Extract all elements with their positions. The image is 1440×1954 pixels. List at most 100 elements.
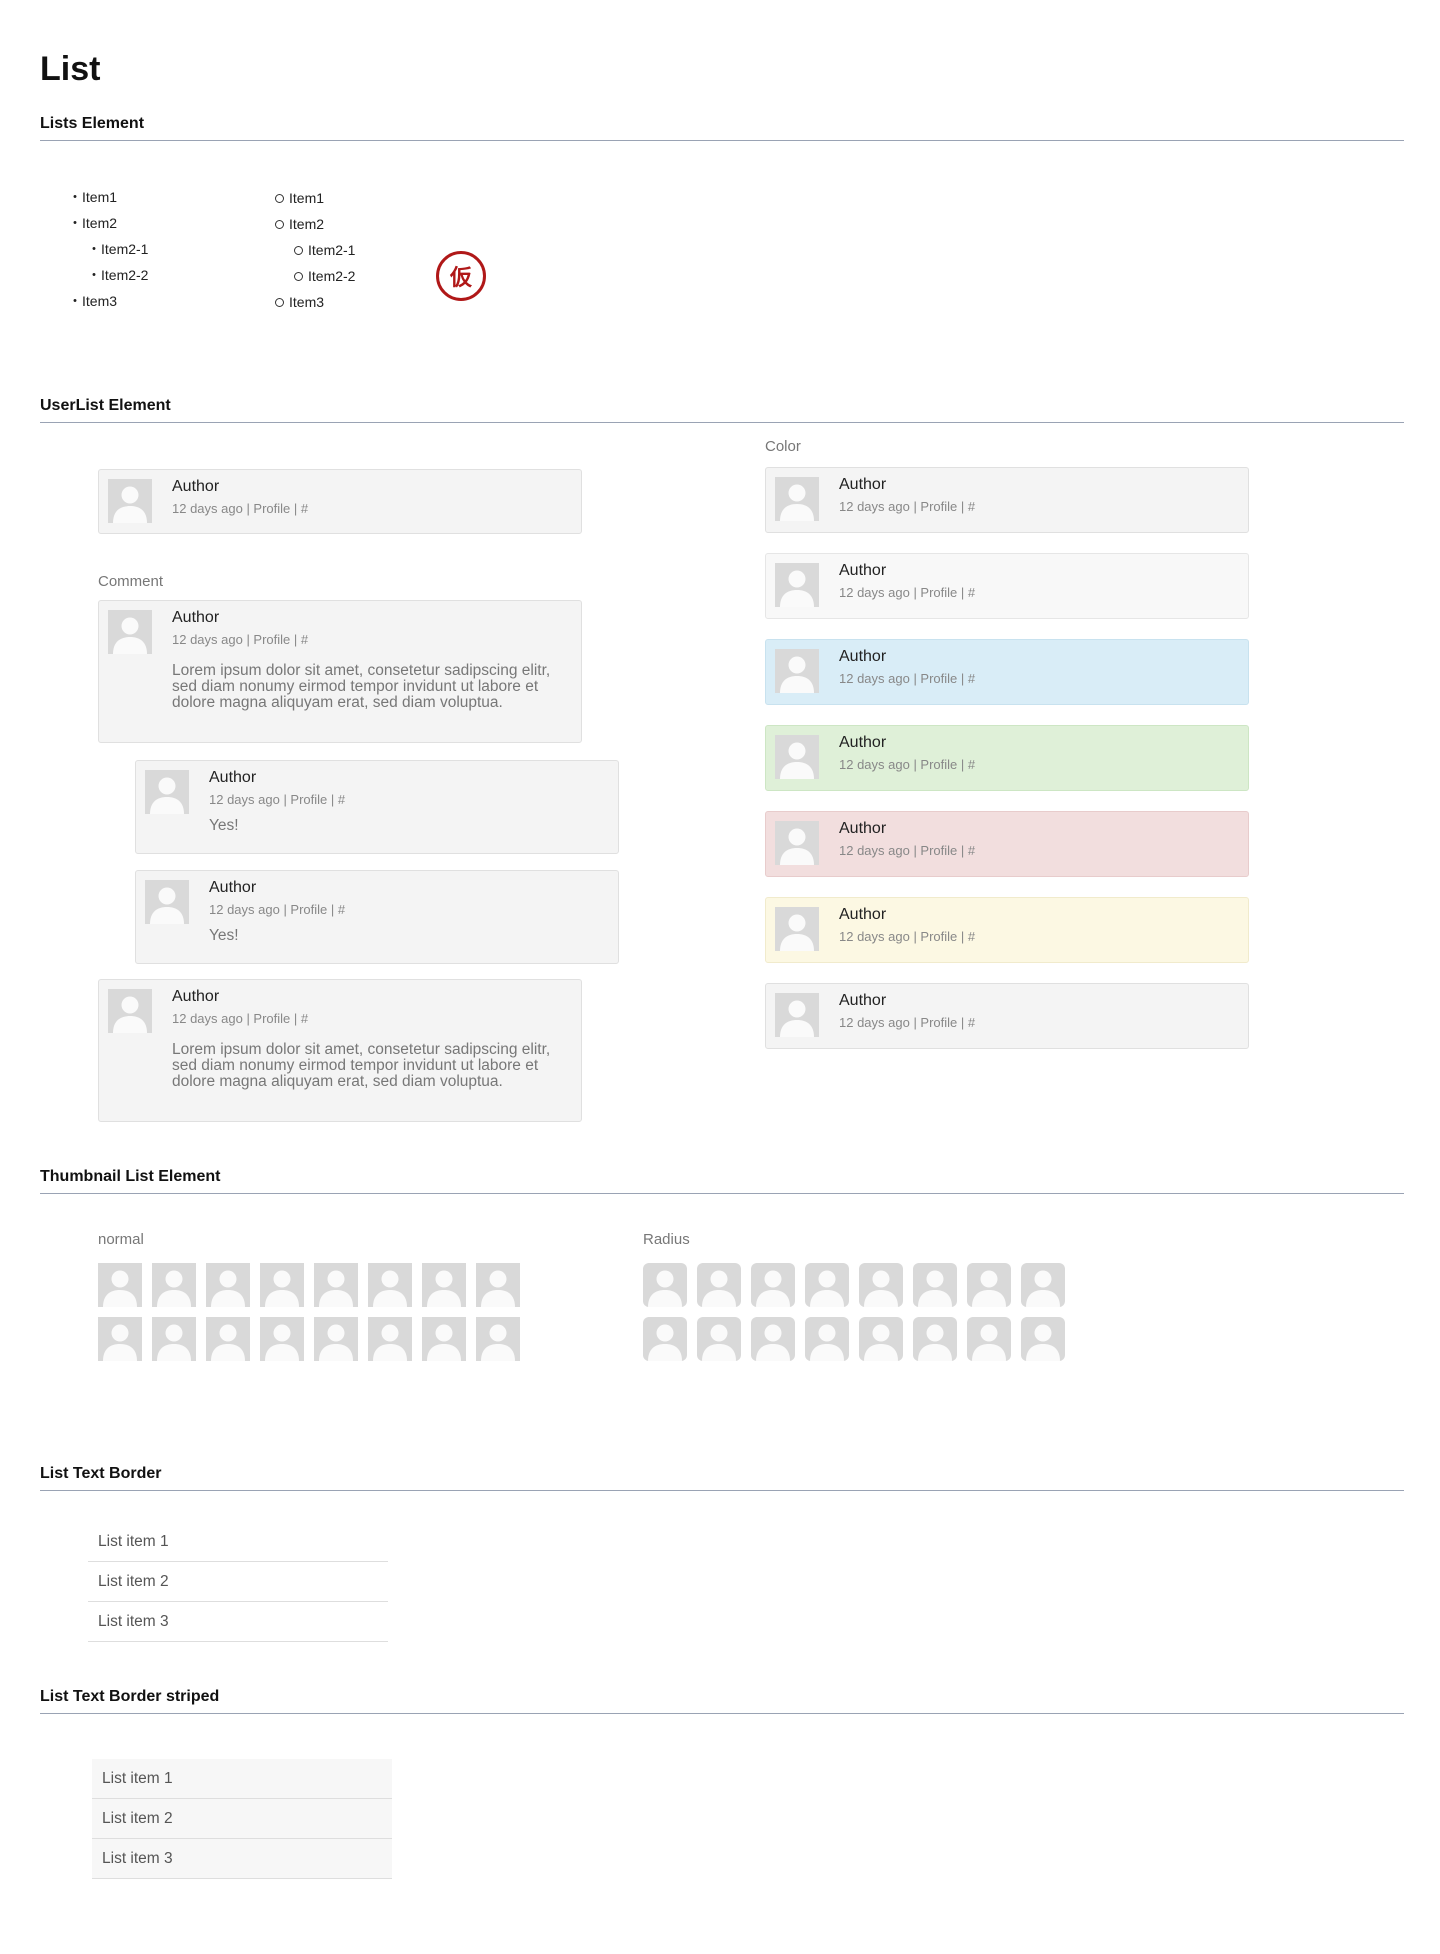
user-card-color: Author 12 days ago | Profile | # bbox=[765, 811, 1249, 877]
thumbnail-image[interactable] bbox=[751, 1263, 795, 1307]
thumbnail-image[interactable] bbox=[967, 1263, 1011, 1307]
thumbnail-image[interactable] bbox=[206, 1317, 250, 1361]
list-item: Item1 bbox=[68, 184, 148, 210]
thumbnail-image[interactable] bbox=[260, 1317, 304, 1361]
comment-reply-card: Author 12 days ago | Profile | # Yes! bbox=[135, 870, 619, 964]
list-item: List item 2 bbox=[88, 1562, 388, 1602]
thumbnail-image[interactable] bbox=[643, 1317, 687, 1361]
list-item: List item 1 bbox=[88, 1522, 388, 1562]
section-divider bbox=[40, 422, 1404, 423]
thumbnail-image[interactable] bbox=[314, 1263, 358, 1307]
normal-label: normal bbox=[98, 1231, 144, 1248]
thumbnail-image[interactable] bbox=[751, 1317, 795, 1361]
user-meta[interactable]: 12 days ago | Profile | # bbox=[209, 792, 345, 807]
thumbnail-image[interactable] bbox=[206, 1263, 250, 1307]
comment-label: Comment bbox=[98, 573, 164, 590]
avatar bbox=[775, 993, 819, 1037]
user-card-color: Author 12 days ago | Profile | # bbox=[765, 897, 1249, 963]
avatar bbox=[775, 563, 819, 607]
author-name[interactable]: Author bbox=[839, 992, 886, 1010]
author-name[interactable]: Author bbox=[209, 769, 256, 787]
thumbnail-image[interactable] bbox=[152, 1317, 196, 1361]
user-meta[interactable]: 12 days ago | Profile | # bbox=[839, 585, 975, 600]
thumbnail-image[interactable] bbox=[422, 1317, 466, 1361]
thumbnail-image[interactable] bbox=[697, 1263, 741, 1307]
color-label: Color bbox=[765, 438, 801, 455]
comment-reply-card: Author 12 days ago | Profile | # Yes! bbox=[135, 760, 619, 854]
list-item: Item2-1 bbox=[87, 236, 149, 262]
user-meta[interactable]: 12 days ago | Profile | # bbox=[839, 1015, 975, 1030]
user-meta[interactable]: 12 days ago | Profile | # bbox=[209, 902, 345, 917]
avatar bbox=[108, 989, 152, 1033]
avatar bbox=[775, 907, 819, 951]
thumbnail-image[interactable] bbox=[152, 1263, 196, 1307]
comment-text: Lorem ipsum dolor sit amet, consetetur s… bbox=[172, 1041, 551, 1090]
user-meta[interactable]: 12 days ago | Profile | # bbox=[839, 671, 975, 686]
list-item: List item 2 bbox=[92, 1799, 392, 1839]
thumbnail-image[interactable] bbox=[368, 1317, 412, 1361]
user-card-color: Author 12 days ago | Profile | # bbox=[765, 983, 1249, 1049]
thumbnail-image[interactable] bbox=[913, 1263, 957, 1307]
user-card-color: Author 12 days ago | Profile | # bbox=[765, 639, 1249, 705]
thumbnail-image[interactable] bbox=[98, 1263, 142, 1307]
list-item: Item3 bbox=[274, 289, 355, 315]
comment-card: Author 12 days ago | Profile | # Lorem i… bbox=[98, 979, 582, 1122]
author-name[interactable]: Author bbox=[172, 988, 219, 1006]
avatar bbox=[775, 735, 819, 779]
author-name[interactable]: Author bbox=[839, 906, 886, 924]
thumbnail-image[interactable] bbox=[913, 1317, 957, 1361]
user-meta[interactable]: 12 days ago | Profile | # bbox=[839, 499, 975, 514]
thumbnail-image[interactable] bbox=[805, 1263, 849, 1307]
section-title-text-border-striped: List Text Border striped bbox=[40, 1688, 220, 1705]
section-title-text-border: List Text Border bbox=[40, 1465, 162, 1482]
list-item: Item1 bbox=[274, 185, 355, 211]
list-item: Item2 bbox=[68, 210, 148, 236]
thumbnail-image[interactable] bbox=[1021, 1263, 1065, 1307]
thumbnail-image[interactable] bbox=[643, 1263, 687, 1307]
author-name[interactable]: Author bbox=[209, 879, 256, 897]
avatar bbox=[775, 821, 819, 865]
avatar bbox=[775, 649, 819, 693]
author-name[interactable]: Author bbox=[839, 820, 886, 838]
text-border-list: List item 1 List item 2 List item 3 bbox=[88, 1522, 388, 1642]
user-card-color: Author 12 days ago | Profile | # bbox=[765, 725, 1249, 791]
thumbnail-image[interactable] bbox=[422, 1263, 466, 1307]
comment-text: Yes! bbox=[209, 927, 239, 944]
bullet-list: Item1 Item2 Item2-1 Item2-2 Item3 bbox=[68, 184, 149, 314]
avatar bbox=[108, 610, 152, 654]
user-card-color: Author 12 days ago | Profile | # bbox=[765, 553, 1249, 619]
thumbnail-image[interactable] bbox=[859, 1317, 903, 1361]
thumbnail-image[interactable] bbox=[476, 1317, 520, 1361]
user-meta[interactable]: 12 days ago | Profile | # bbox=[839, 757, 975, 772]
list-item: List item 1 bbox=[92, 1759, 392, 1799]
thumbnail-image[interactable] bbox=[260, 1263, 304, 1307]
thumbnail-image[interactable] bbox=[805, 1317, 849, 1361]
author-name[interactable]: Author bbox=[172, 478, 219, 496]
thumbnail-image[interactable] bbox=[859, 1263, 903, 1307]
user-meta[interactable]: 12 days ago | Profile | # bbox=[839, 843, 975, 858]
thumbnail-image[interactable] bbox=[98, 1317, 142, 1361]
thumbnail-image[interactable] bbox=[967, 1317, 1011, 1361]
comment-text: Lorem ipsum dolor sit amet, consetetur s… bbox=[172, 662, 551, 711]
user-meta[interactable]: 12 days ago | Profile | # bbox=[172, 632, 308, 647]
author-name[interactable]: Author bbox=[839, 562, 886, 580]
user-meta[interactable]: 12 days ago | Profile | # bbox=[172, 1011, 308, 1026]
author-name[interactable]: Author bbox=[839, 734, 886, 752]
author-name[interactable]: Author bbox=[839, 648, 886, 666]
avatar bbox=[108, 479, 152, 523]
user-meta[interactable]: 12 days ago | Profile | # bbox=[839, 929, 975, 944]
thumbnail-image[interactable] bbox=[697, 1317, 741, 1361]
user-meta[interactable]: 12 days ago | Profile | # bbox=[172, 501, 308, 516]
author-name[interactable]: Author bbox=[172, 609, 219, 627]
page-title: List bbox=[40, 50, 101, 88]
thumbnail-image[interactable] bbox=[476, 1263, 520, 1307]
section-divider bbox=[40, 140, 1404, 141]
comment-text: Yes! bbox=[209, 817, 239, 834]
thumbnail-image[interactable] bbox=[1021, 1317, 1065, 1361]
stamp-icon: 仮 bbox=[436, 251, 486, 301]
list-item: Item3 bbox=[68, 288, 148, 314]
thumbnail-image[interactable] bbox=[368, 1263, 412, 1307]
section-divider bbox=[40, 1193, 1404, 1194]
thumbnail-image[interactable] bbox=[314, 1317, 358, 1361]
author-name[interactable]: Author bbox=[839, 476, 886, 494]
